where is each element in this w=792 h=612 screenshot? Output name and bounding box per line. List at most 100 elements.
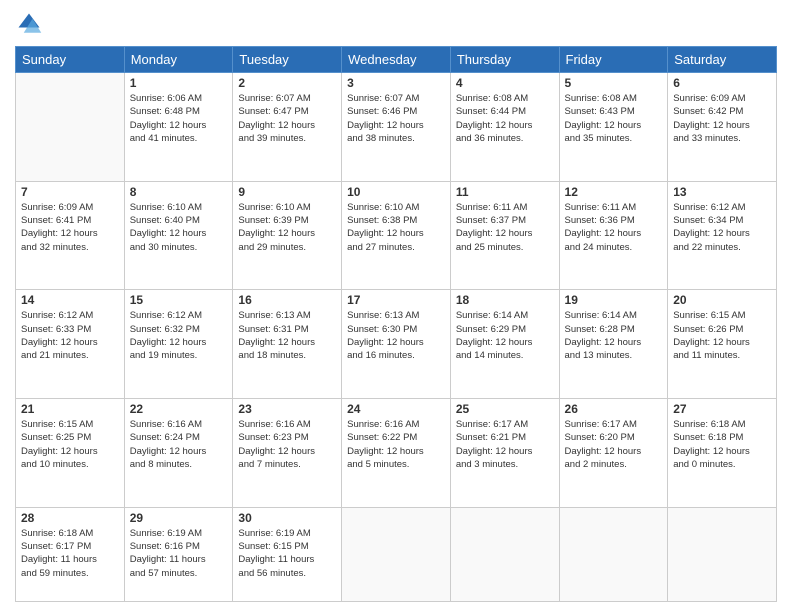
week-row-2: 7 Sunrise: 6:09 AM Sunset: 6:41 PM Daylig… bbox=[16, 181, 777, 290]
calendar-cell: 6 Sunrise: 6:09 AM Sunset: 6:42 PM Daylig… bbox=[668, 73, 777, 182]
calendar-cell: 13 Sunrise: 6:12 AM Sunset: 6:34 PM Dayli… bbox=[668, 181, 777, 290]
day-number: 17 bbox=[347, 293, 445, 307]
day-info: Sunrise: 6:06 AM Sunset: 6:48 PM Dayligh… bbox=[130, 92, 228, 145]
weekday-header-saturday: Saturday bbox=[668, 47, 777, 73]
weekday-header-thursday: Thursday bbox=[450, 47, 559, 73]
day-info: Sunrise: 6:16 AM Sunset: 6:23 PM Dayligh… bbox=[238, 418, 336, 471]
day-info: Sunrise: 6:15 AM Sunset: 6:25 PM Dayligh… bbox=[21, 418, 119, 471]
day-info: Sunrise: 6:17 AM Sunset: 6:21 PM Dayligh… bbox=[456, 418, 554, 471]
day-number: 7 bbox=[21, 185, 119, 199]
day-number: 14 bbox=[21, 293, 119, 307]
day-number: 3 bbox=[347, 76, 445, 90]
calendar-cell: 17 Sunrise: 6:13 AM Sunset: 6:30 PM Dayli… bbox=[342, 290, 451, 399]
calendar-cell bbox=[668, 507, 777, 601]
calendar-cell bbox=[559, 507, 668, 601]
day-info: Sunrise: 6:11 AM Sunset: 6:36 PM Dayligh… bbox=[565, 201, 663, 254]
day-number: 27 bbox=[673, 402, 771, 416]
day-info: Sunrise: 6:12 AM Sunset: 6:32 PM Dayligh… bbox=[130, 309, 228, 362]
day-info: Sunrise: 6:12 AM Sunset: 6:34 PM Dayligh… bbox=[673, 201, 771, 254]
calendar-cell: 30 Sunrise: 6:19 AM Sunset: 6:15 PM Dayli… bbox=[233, 507, 342, 601]
day-number: 9 bbox=[238, 185, 336, 199]
calendar-cell: 19 Sunrise: 6:14 AM Sunset: 6:28 PM Dayli… bbox=[559, 290, 668, 399]
day-number: 18 bbox=[456, 293, 554, 307]
day-number: 29 bbox=[130, 511, 228, 525]
day-info: Sunrise: 6:09 AM Sunset: 6:42 PM Dayligh… bbox=[673, 92, 771, 145]
day-info: Sunrise: 6:14 AM Sunset: 6:28 PM Dayligh… bbox=[565, 309, 663, 362]
calendar-cell: 23 Sunrise: 6:16 AM Sunset: 6:23 PM Dayli… bbox=[233, 399, 342, 508]
calendar-cell: 18 Sunrise: 6:14 AM Sunset: 6:29 PM Dayli… bbox=[450, 290, 559, 399]
weekday-header-tuesday: Tuesday bbox=[233, 47, 342, 73]
weekday-header-friday: Friday bbox=[559, 47, 668, 73]
day-number: 4 bbox=[456, 76, 554, 90]
day-info: Sunrise: 6:07 AM Sunset: 6:47 PM Dayligh… bbox=[238, 92, 336, 145]
day-info: Sunrise: 6:16 AM Sunset: 6:24 PM Dayligh… bbox=[130, 418, 228, 471]
day-number: 15 bbox=[130, 293, 228, 307]
week-row-1: 1 Sunrise: 6:06 AM Sunset: 6:48 PM Daylig… bbox=[16, 73, 777, 182]
day-info: Sunrise: 6:10 AM Sunset: 6:40 PM Dayligh… bbox=[130, 201, 228, 254]
calendar-cell: 25 Sunrise: 6:17 AM Sunset: 6:21 PM Dayli… bbox=[450, 399, 559, 508]
header bbox=[15, 10, 777, 38]
day-info: Sunrise: 6:17 AM Sunset: 6:20 PM Dayligh… bbox=[565, 418, 663, 471]
calendar-cell: 15 Sunrise: 6:12 AM Sunset: 6:32 PM Dayli… bbox=[124, 290, 233, 399]
day-info: Sunrise: 6:08 AM Sunset: 6:44 PM Dayligh… bbox=[456, 92, 554, 145]
calendar-cell: 9Sunrise: 6:10 AM Sunset: 6:39 PM Daylig… bbox=[233, 181, 342, 290]
day-info: Sunrise: 6:08 AM Sunset: 6:43 PM Dayligh… bbox=[565, 92, 663, 145]
day-number: 10 bbox=[347, 185, 445, 199]
day-number: 22 bbox=[130, 402, 228, 416]
week-row-5: 28Sunrise: 6:18 AM Sunset: 6:17 PM Dayli… bbox=[16, 507, 777, 601]
day-info: Sunrise: 6:14 AM Sunset: 6:29 PM Dayligh… bbox=[456, 309, 554, 362]
calendar-cell: 7 Sunrise: 6:09 AM Sunset: 6:41 PM Daylig… bbox=[16, 181, 125, 290]
day-info: Sunrise: 6:16 AM Sunset: 6:22 PM Dayligh… bbox=[347, 418, 445, 471]
day-info: Sunrise: 6:13 AM Sunset: 6:31 PM Dayligh… bbox=[238, 309, 336, 362]
weekday-header-monday: Monday bbox=[124, 47, 233, 73]
calendar-cell bbox=[342, 507, 451, 601]
day-number: 1 bbox=[130, 76, 228, 90]
day-number: 24 bbox=[347, 402, 445, 416]
calendar-cell: 26 Sunrise: 6:17 AM Sunset: 6:20 PM Dayli… bbox=[559, 399, 668, 508]
day-number: 30 bbox=[238, 511, 336, 525]
weekday-header-row: SundayMondayTuesdayWednesdayThursdayFrid… bbox=[16, 47, 777, 73]
day-info: Sunrise: 6:18 AM Sunset: 6:18 PM Dayligh… bbox=[673, 418, 771, 471]
week-row-3: 14Sunrise: 6:12 AM Sunset: 6:33 PM Dayli… bbox=[16, 290, 777, 399]
calendar-cell: 12 Sunrise: 6:11 AM Sunset: 6:36 PM Dayli… bbox=[559, 181, 668, 290]
calendar-cell: 5 Sunrise: 6:08 AM Sunset: 6:43 PM Daylig… bbox=[559, 73, 668, 182]
logo bbox=[15, 10, 47, 38]
calendar-cell: 4 Sunrise: 6:08 AM Sunset: 6:44 PM Daylig… bbox=[450, 73, 559, 182]
day-number: 11 bbox=[456, 185, 554, 199]
day-info: Sunrise: 6:10 AM Sunset: 6:38 PM Dayligh… bbox=[347, 201, 445, 254]
day-number: 20 bbox=[673, 293, 771, 307]
weekday-header-sunday: Sunday bbox=[16, 47, 125, 73]
day-number: 19 bbox=[565, 293, 663, 307]
day-info: Sunrise: 6:15 AM Sunset: 6:26 PM Dayligh… bbox=[673, 309, 771, 362]
day-info: Sunrise: 6:13 AM Sunset: 6:30 PM Dayligh… bbox=[347, 309, 445, 362]
day-number: 28 bbox=[21, 511, 119, 525]
day-number: 2 bbox=[238, 76, 336, 90]
day-number: 26 bbox=[565, 402, 663, 416]
day-number: 23 bbox=[238, 402, 336, 416]
page: SundayMondayTuesdayWednesdayThursdayFrid… bbox=[0, 0, 792, 612]
calendar-cell: 2 Sunrise: 6:07 AM Sunset: 6:47 PM Daylig… bbox=[233, 73, 342, 182]
day-number: 12 bbox=[565, 185, 663, 199]
day-number: 6 bbox=[673, 76, 771, 90]
day-number: 5 bbox=[565, 76, 663, 90]
calendar-table: SundayMondayTuesdayWednesdayThursdayFrid… bbox=[15, 46, 777, 602]
week-row-4: 21Sunrise: 6:15 AM Sunset: 6:25 PM Dayli… bbox=[16, 399, 777, 508]
calendar-cell: 10 Sunrise: 6:10 AM Sunset: 6:38 PM Dayli… bbox=[342, 181, 451, 290]
calendar-cell: 29 Sunrise: 6:19 AM Sunset: 6:16 PM Dayli… bbox=[124, 507, 233, 601]
calendar-cell: 8Sunrise: 6:10 AM Sunset: 6:40 PM Daylig… bbox=[124, 181, 233, 290]
day-info: Sunrise: 6:19 AM Sunset: 6:15 PM Dayligh… bbox=[238, 527, 336, 580]
calendar-cell: 22 Sunrise: 6:16 AM Sunset: 6:24 PM Dayli… bbox=[124, 399, 233, 508]
calendar-cell: 16 Sunrise: 6:13 AM Sunset: 6:31 PM Dayli… bbox=[233, 290, 342, 399]
calendar-cell: 14Sunrise: 6:12 AM Sunset: 6:33 PM Dayli… bbox=[16, 290, 125, 399]
logo-icon bbox=[15, 10, 43, 38]
day-number: 16 bbox=[238, 293, 336, 307]
calendar-cell: 27 Sunrise: 6:18 AM Sunset: 6:18 PM Dayli… bbox=[668, 399, 777, 508]
day-number: 25 bbox=[456, 402, 554, 416]
day-info: Sunrise: 6:19 AM Sunset: 6:16 PM Dayligh… bbox=[130, 527, 228, 580]
day-number: 13 bbox=[673, 185, 771, 199]
calendar-cell: 20 Sunrise: 6:15 AM Sunset: 6:26 PM Dayli… bbox=[668, 290, 777, 399]
calendar-cell bbox=[450, 507, 559, 601]
day-info: Sunrise: 6:09 AM Sunset: 6:41 PM Dayligh… bbox=[21, 201, 119, 254]
calendar-cell: 1 Sunrise: 6:06 AM Sunset: 6:48 PM Daylig… bbox=[124, 73, 233, 182]
calendar-cell: 24 Sunrise: 6:16 AM Sunset: 6:22 PM Dayli… bbox=[342, 399, 451, 508]
